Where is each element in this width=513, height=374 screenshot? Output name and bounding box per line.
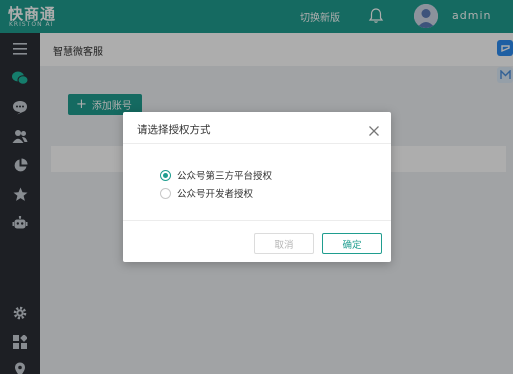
radio-option-label: 公众号开发者授权 bbox=[177, 189, 254, 200]
radio-option-third-party[interactable]: 公众号第三方平台授权 bbox=[160, 168, 272, 182]
radio-checked-icon[interactable] bbox=[160, 169, 171, 181]
dialog-footer: 取消 确定 bbox=[123, 220, 391, 262]
radio-option-developer[interactable]: 公众号开发者授权 bbox=[160, 186, 253, 200]
radio-option-label: 公众号第三方平台授权 bbox=[177, 171, 273, 182]
authorization-dialog: 请选择授权方式 公众号第三方平台授权 公众号开发者授权 取消 确定 bbox=[123, 112, 391, 262]
close-icon[interactable] bbox=[368, 122, 380, 136]
dialog-title: 请选择授权方式 bbox=[137, 124, 211, 136]
dialog-header: 请选择授权方式 bbox=[123, 112, 391, 144]
cancel-button[interactable]: 取消 bbox=[254, 233, 314, 254]
confirm-button[interactable]: 确定 bbox=[322, 233, 382, 254]
radio-unchecked-icon[interactable] bbox=[160, 187, 171, 199]
